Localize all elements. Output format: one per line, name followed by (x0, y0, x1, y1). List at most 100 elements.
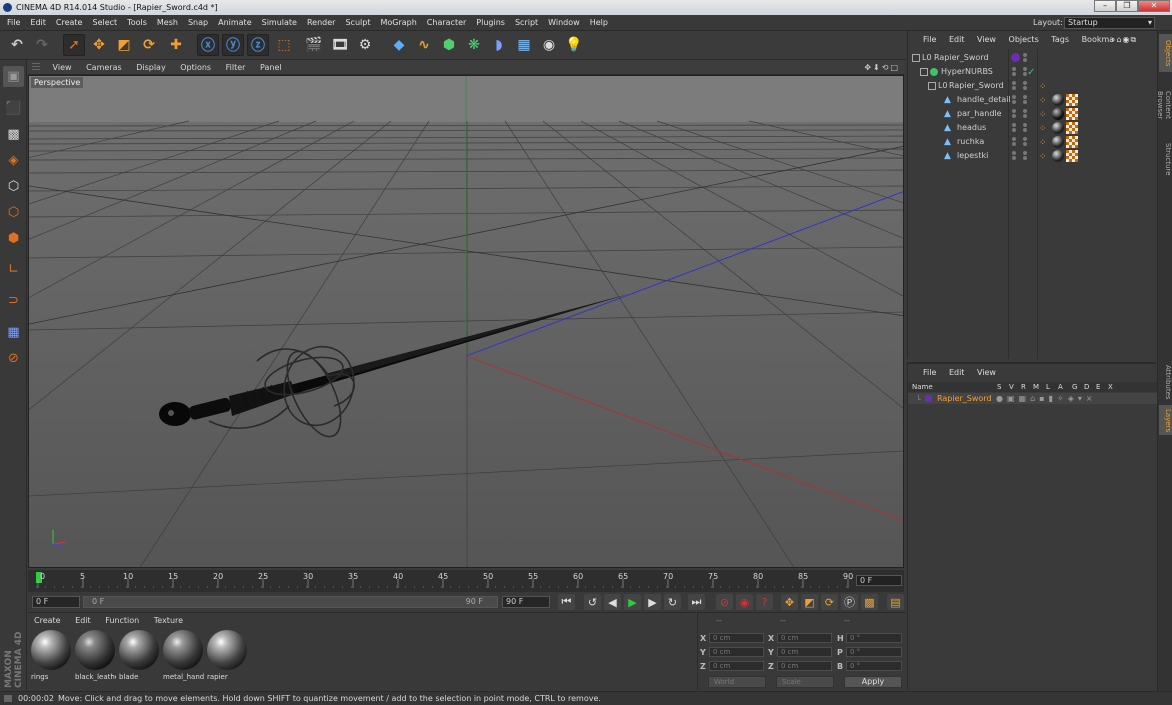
visibility-dots[interactable] (1012, 137, 1018, 147)
objects-menu-edit[interactable]: Edit (944, 31, 970, 49)
move-tool-icon[interactable]: ✥ (88, 34, 110, 56)
layers-menu-view[interactable]: View (972, 364, 1001, 382)
menu-mograph[interactable]: MoGraph (375, 15, 421, 31)
workplane-mode-icon[interactable]: ◈ (3, 150, 24, 171)
key-scale-icon[interactable]: ◩ (801, 594, 818, 610)
material-tag-icon[interactable] (1052, 150, 1064, 162)
object-row[interactable]: ▲ par_handle ⁘ (908, 107, 1157, 121)
material-tag-icon[interactable] (1052, 108, 1064, 120)
object-row[interactable]: ▲ ruchka ⁘ (908, 135, 1157, 149)
visibility-dots[interactable] (1012, 95, 1018, 105)
uvw-tag-icon[interactable] (1066, 94, 1078, 106)
scale-tool-icon[interactable]: ◩ (113, 34, 135, 56)
cube-primitive-icon[interactable]: ◆ (388, 34, 410, 56)
phong-tag-icon[interactable]: ⁘ (1039, 136, 1051, 148)
live-selection-icon[interactable]: ➚ (63, 34, 85, 56)
deformer-icon[interactable]: ◗ (488, 34, 510, 56)
visibility-dots[interactable] (1023, 137, 1029, 147)
menu-script[interactable]: Script (510, 15, 543, 31)
apply-button[interactable]: Apply (844, 676, 902, 688)
viewport-menu-cameras[interactable]: Cameras (80, 60, 128, 75)
render-settings-icon[interactable]: ⚙ (354, 34, 376, 56)
visibility-dots[interactable] (1023, 81, 1029, 91)
coordinate-space-select[interactable]: World (708, 676, 766, 688)
expand-icon[interactable] (912, 54, 920, 62)
material-swatch[interactable]: metal_handle (162, 630, 204, 682)
undo-icon[interactable]: ↶ (6, 34, 28, 56)
enabled-check-icon[interactable]: ✓ (1027, 66, 1039, 78)
go-to-end-icon[interactable]: ⏭ (688, 594, 705, 610)
uvw-tag-icon[interactable] (1066, 108, 1078, 120)
viewport-menu-display[interactable]: Display (130, 60, 172, 75)
x-axis-lock-icon[interactable]: ⓧ (197, 34, 219, 56)
viewport-menu-filter[interactable]: Filter (220, 60, 252, 75)
menu-render[interactable]: Render (302, 15, 340, 31)
go-to-start-icon[interactable]: ⏮ (558, 594, 575, 610)
visibility-dots[interactable] (1012, 109, 1018, 119)
objects-menu-tags[interactable]: Tags (1046, 31, 1074, 49)
object-row[interactable]: HyperNURBS ✓ (908, 65, 1157, 79)
position-x-field[interactable]: 0 cm (709, 633, 764, 643)
previous-frame-icon[interactable]: ◀ (604, 594, 621, 610)
menu-tools[interactable]: Tools (122, 15, 152, 31)
menu-select[interactable]: Select (87, 15, 122, 31)
points-mode-icon[interactable]: ⬡ (3, 176, 24, 197)
autokey-icon[interactable]: ◉ (736, 594, 753, 610)
phong-tag-icon[interactable]: ⁘ (1039, 94, 1051, 106)
keyframe-selection-icon[interactable]: ? (756, 594, 773, 610)
size-mode-select[interactable]: Scale (776, 676, 834, 688)
floor-icon[interactable]: ▦ (513, 34, 535, 56)
rotation-h-field[interactable]: 0 ° (846, 633, 902, 643)
rotation-p-field[interactable]: 0 ° (846, 647, 902, 657)
objects-menu-objects[interactable]: Objects (1004, 31, 1044, 49)
visibility-dots[interactable] (1023, 95, 1029, 105)
menu-sculpt[interactable]: Sculpt (340, 15, 375, 31)
next-key-icon[interactable]: ↻ (664, 594, 681, 610)
layer-toggle-icons[interactable]: ●▣▦⌂▪▮✧◈▾⨯ (996, 393, 1097, 404)
menu-window[interactable]: Window (543, 15, 585, 31)
y-axis-lock-icon[interactable]: ⓨ (222, 34, 244, 56)
previous-key-icon[interactable]: ↺ (584, 594, 601, 610)
phong-tag-icon[interactable]: ⁘ (1039, 108, 1051, 120)
visibility-dots[interactable] (1012, 151, 1018, 161)
cloner-icon[interactable]: ❋ (463, 34, 485, 56)
coordinate-system-icon[interactable]: ⬚ (273, 34, 295, 56)
record-keys-icon[interactable]: ⊘ (716, 594, 733, 610)
polygons-mode-icon[interactable]: ⬢ (3, 228, 24, 249)
viewport-menu-view[interactable]: View (47, 60, 78, 75)
visibility-dots[interactable] (1012, 123, 1018, 133)
object-row[interactable]: L0 Rapier_Sword ⁘ (908, 79, 1157, 93)
z-axis-lock-icon[interactable]: ⓩ (247, 34, 269, 56)
key-rotation-icon[interactable]: ⟳ (821, 594, 838, 610)
spline-pen-icon[interactable]: ∿ (413, 34, 435, 56)
maximize-button[interactable]: ❐ (1116, 0, 1138, 12)
tab-structure[interactable]: Structure (1159, 138, 1172, 180)
viewport-menu-panel[interactable]: Panel (254, 60, 288, 75)
visibility-dots[interactable] (1012, 67, 1018, 77)
camera-icon[interactable]: ◉ (538, 34, 560, 56)
lock-workplane-icon[interactable]: ⊘ (3, 348, 24, 369)
expand-icon[interactable] (920, 68, 928, 76)
menu-animate[interactable]: Animate (213, 15, 257, 31)
minimize-button[interactable]: – (1094, 0, 1116, 12)
menu-snap[interactable]: Snap (183, 15, 213, 31)
3d-viewport[interactable]: Perspective (28, 75, 904, 568)
material-tag-icon[interactable] (1052, 136, 1064, 148)
rotation-b-field[interactable]: 0 ° (846, 661, 902, 671)
material-swatch[interactable]: rapier (206, 630, 248, 682)
layers-menu-edit[interactable]: Edit (944, 364, 970, 382)
subdivision-surface-icon[interactable]: ⬢ (438, 34, 460, 56)
menu-simulate[interactable]: Simulate (257, 15, 302, 31)
play-icon[interactable]: ▶ (624, 594, 641, 610)
material-swatch[interactable]: black_leather (74, 630, 116, 682)
object-row[interactable]: ▲ handle_detail ⁘ (908, 93, 1157, 107)
axis-mode-icon[interactable]: ∟ (3, 259, 24, 280)
menu-create[interactable]: Create (51, 15, 88, 31)
viewport-navigation-icons[interactable]: ✥⬇⟲□ (864, 60, 900, 75)
material-menu-create[interactable]: Create (28, 613, 67, 628)
uvw-tag-icon[interactable] (1066, 122, 1078, 134)
key-pla-icon[interactable]: ▩ (861, 594, 878, 610)
phong-tag-icon[interactable]: ⁘ (1039, 122, 1051, 134)
menu-edit[interactable]: Edit (25, 15, 51, 31)
material-swatch[interactable]: blade (118, 630, 160, 682)
